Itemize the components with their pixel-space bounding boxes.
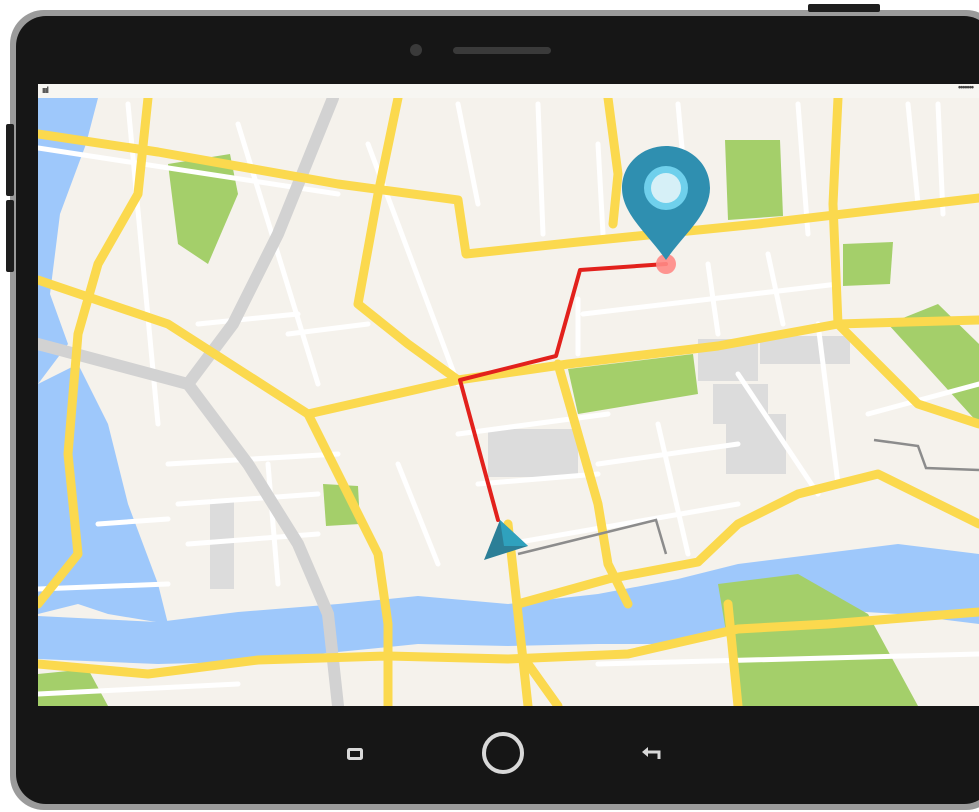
speaker-grille [453,47,551,54]
park-north-east [725,140,783,220]
recent-apps-button[interactable] [342,742,368,766]
pin-hole-inner [651,173,681,203]
status-bar: ıııl ••••••• [38,84,979,98]
status-menu-dots: ••••••• [957,84,974,92]
back-button[interactable] [636,742,666,766]
map-canvas[interactable] [38,84,979,706]
square-icon [347,748,363,760]
block [488,429,578,477]
home-button[interactable] [480,730,526,776]
back-arrow-icon [642,747,661,759]
volume-up-button[interactable] [6,124,14,196]
front-camera [410,44,422,56]
volume-down-button[interactable] [6,200,14,272]
map-screen[interactable]: ıııl ••••••• [38,84,979,706]
signal-icon: ıııl [42,85,49,95]
power-button[interactable] [808,4,880,12]
circle-icon [482,732,524,774]
park-east-small [843,242,893,286]
